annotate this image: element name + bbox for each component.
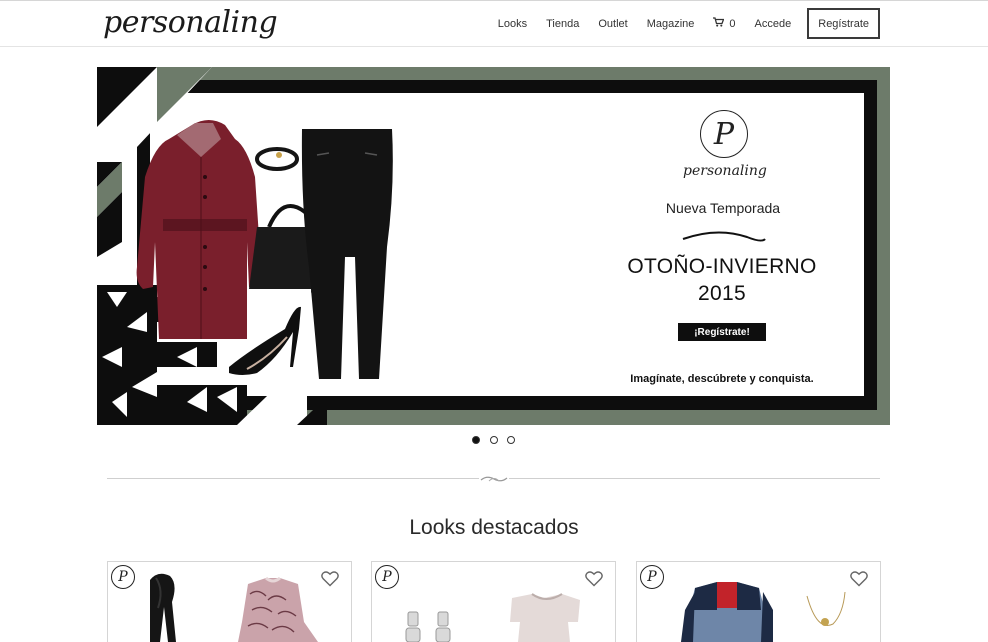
hero-title: OTOÑO-INVIERNO 2015	[612, 253, 832, 307]
cart-icon	[713, 17, 725, 30]
heart-icon[interactable]	[585, 571, 603, 587]
look-card-3-image	[681, 582, 846, 642]
site-header: personaling Looks Tienda Outlet Magazine…	[0, 1, 988, 47]
carousel-dot-2[interactable]	[490, 436, 498, 444]
hero-tagline: Imagínate, descúbrete y conquista.	[630, 373, 814, 385]
look-card-2-image	[405, 593, 580, 642]
look-card-2-badge: P	[375, 565, 399, 589]
hero-banner[interactable]: P personaling Nueva Temporada OTOÑO-INVI…	[97, 67, 890, 425]
look-card-1-badge: P	[111, 565, 135, 589]
register-button[interactable]: Regístrate	[807, 8, 880, 39]
carousel-dot-3[interactable]	[507, 436, 515, 444]
hero-wordmark: personaling	[683, 163, 767, 179]
nav-tienda[interactable]: Tienda	[546, 18, 579, 30]
nav-accede[interactable]: Accede	[755, 18, 792, 30]
look-card-2[interactable]: P	[371, 561, 616, 642]
look-card-1-image	[150, 573, 318, 642]
hero-title-line1: OTOÑO-INVIERNO	[627, 255, 817, 278]
site-logo[interactable]: personaling	[103, 5, 278, 41]
look-card-3-badge: P	[640, 565, 664, 589]
carousel-indicators	[472, 436, 516, 446]
cart-count: 0	[729, 17, 736, 30]
trousers-image	[301, 129, 393, 379]
heart-icon[interactable]	[850, 571, 868, 587]
main-nav: Looks Tienda Outlet Magazine 0 Accede Re…	[479, 8, 880, 39]
heart-icon[interactable]	[321, 571, 339, 587]
divider-ornament-icon	[479, 472, 509, 484]
hero-title-line2: 2015	[698, 282, 746, 305]
bracelet-image	[255, 147, 299, 171]
hero-season-text: Nueva Temporada	[665, 200, 781, 216]
hero-artwork	[97, 67, 766, 425]
look-card-1[interactable]: P	[107, 561, 352, 642]
nav-cart[interactable]: 0	[713, 17, 736, 30]
nav-outlet[interactable]: Outlet	[598, 18, 627, 30]
look-card-3[interactable]: P	[636, 561, 881, 642]
hero-register-button[interactable]: ¡Regístrate!	[678, 323, 766, 341]
hero-logo-icon: P	[700, 110, 748, 158]
carousel-dot-1[interactable]	[472, 436, 480, 444]
nav-looks[interactable]: Looks	[498, 18, 527, 30]
section-title: Looks destacados	[409, 516, 579, 539]
nav-magazine[interactable]: Magazine	[647, 18, 695, 30]
